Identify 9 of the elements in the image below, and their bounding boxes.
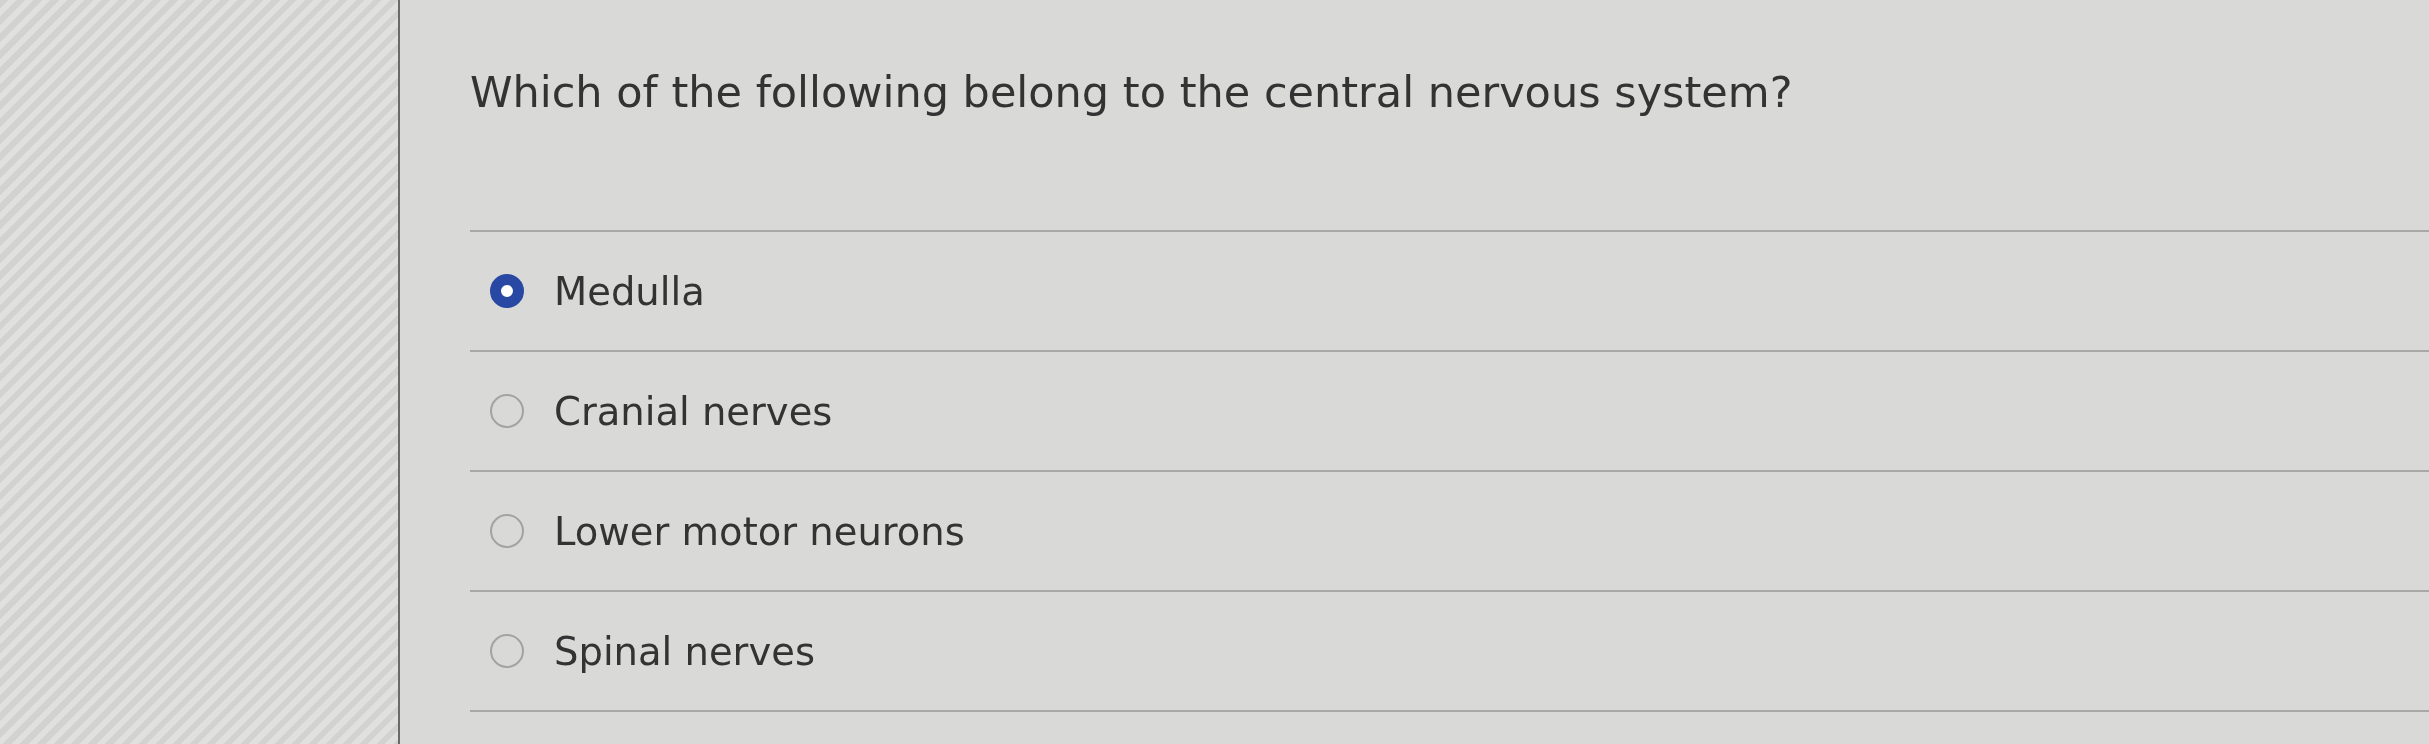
option-label[interactable]: Medulla bbox=[554, 267, 705, 315]
radio-button[interactable] bbox=[490, 634, 524, 668]
radio-button[interactable] bbox=[490, 514, 524, 548]
option-label[interactable]: Cranial nerves bbox=[554, 387, 833, 435]
question-text: Which of the following belong to the central nervous system? bbox=[470, 67, 1793, 117]
radio-button[interactable] bbox=[490, 274, 524, 308]
option-label[interactable]: Lower motor neurons bbox=[554, 507, 965, 555]
option-label[interactable]: Spinal nerves bbox=[554, 627, 815, 675]
radio-button[interactable] bbox=[490, 394, 524, 428]
